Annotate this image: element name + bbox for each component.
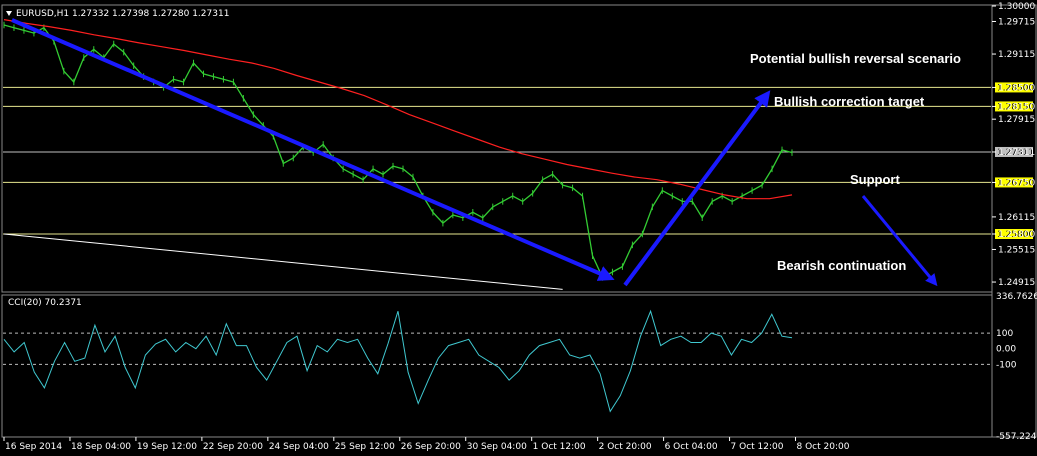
price-tick-label: 1.26115 [998,213,1035,223]
time-tick-label: 8 Oct 20:00 [797,442,850,452]
time-tick-label: 26 Sep 20:00 [401,442,461,452]
time-tick-label: 25 Sep 12:00 [335,442,395,452]
annotation-support: Support [850,172,900,187]
price-tick-label: 1.29715 [998,17,1035,27]
time-tick-label: 24 Sep 04:00 [269,442,329,452]
time-tick-label: 6 Oct 04:00 [665,442,718,452]
price-tick-label: 1.30000 [998,2,1035,12]
time-tick-label: 16 Sep 2014 [5,442,62,452]
time-ticks: 16 Sep 2014 18 Sep 04:00 19 Sep 12:00 22 Se… [3,437,850,452]
price-tick-label: 1.27311 [998,148,1035,158]
price-tick-label: 1.27915 [998,115,1035,125]
price-tick-label: 1.28500 [998,83,1035,93]
time-tick-label: 19 Sep 12:00 [137,442,197,452]
annotation-correction-target: Bullish correction target [774,94,925,109]
time-tick-label: 7 Oct 12:00 [731,442,784,452]
cci-tick-label: 336.7626 [996,292,1037,302]
cci-title: CCI(20) 70.2371 [8,298,82,308]
time-tick-label: 2 Oct 20:00 [599,442,652,452]
time-tick-label: 30 Sep 04:00 [467,442,527,452]
cci-tick-label: 100 [996,329,1013,339]
price-tick-label: 1.29115 [998,50,1035,60]
price-tick-label: 1.28150 [998,102,1035,112]
time-tick-label: 22 Sep 20:00 [203,442,263,452]
price-tick-label: 1.25515 [998,245,1035,255]
cci-tick-label: -100 [996,360,1017,370]
annotation-bearish-continuation: Bearish continuation [777,258,906,273]
price-tick-label: 1.25800 [998,230,1035,240]
cci-tick-label: -557.2246 [996,432,1037,442]
annotation-potential-reversal: Potential bullish reversal scenario [750,51,961,66]
chart-title: EURUSD,H1 1.27332 1.27398 1.27280 1.2731… [16,9,229,19]
cci-tick-label: 0.00 [996,345,1016,355]
time-tick-label: 18 Sep 04:00 [71,442,131,452]
price-tick-label: 1.26750 [998,178,1035,188]
chart-header: EURUSD,H1 1.27332 1.27398 1.27280 1.2731… [6,9,229,19]
time-tick-label: 1 Oct 12:00 [533,442,586,452]
forex-chart: 1.28500 1.28150 1.27311 1.26750 1.25800 1.30… [1,2,1037,452]
price-tick-label: 1.24915 [998,278,1035,288]
